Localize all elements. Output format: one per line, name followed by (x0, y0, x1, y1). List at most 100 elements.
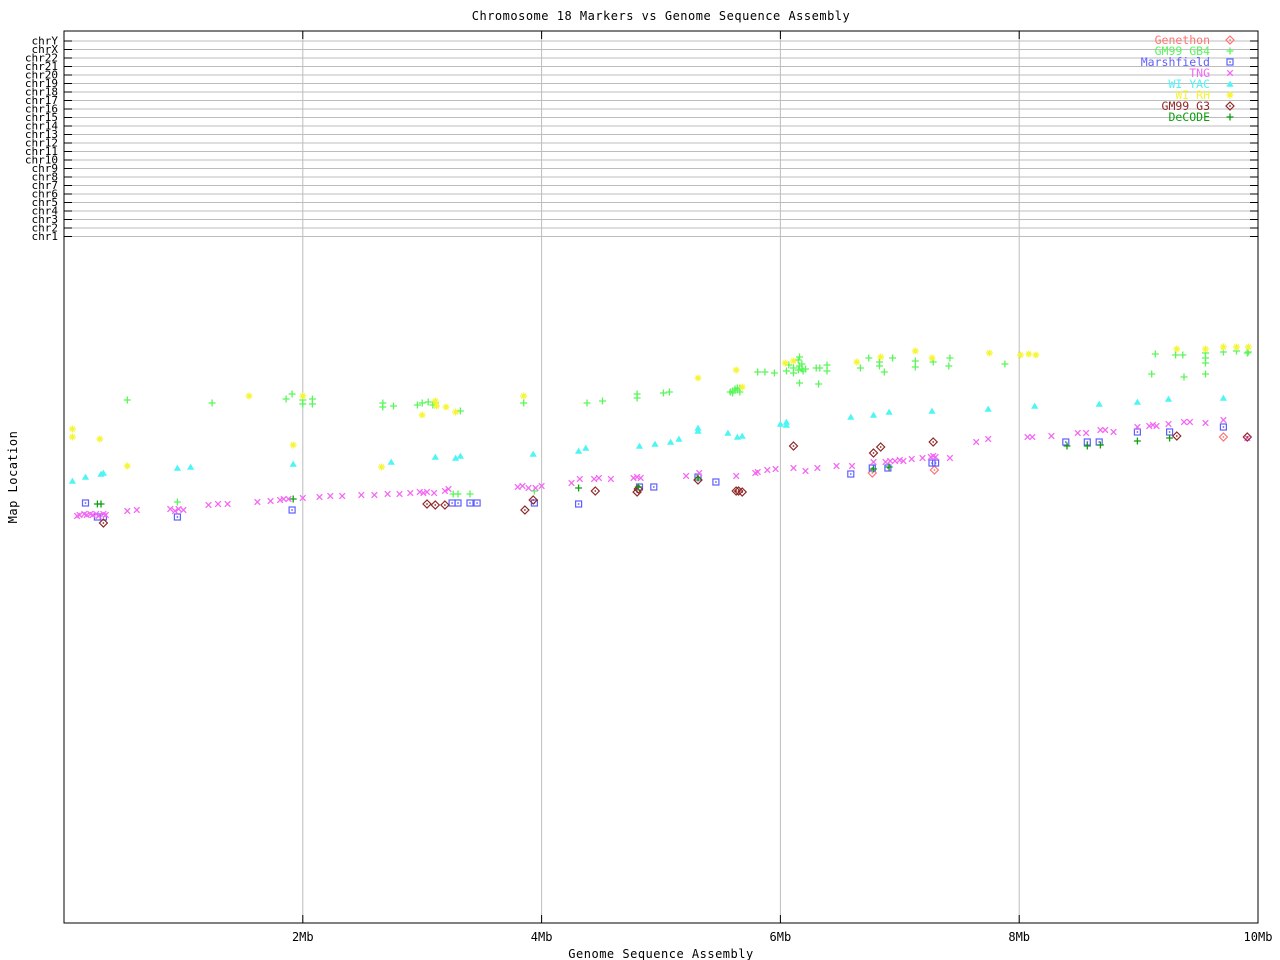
data-point (869, 411, 878, 418)
data-point (1172, 351, 1180, 359)
data-point (599, 397, 606, 405)
data-point (816, 364, 824, 372)
data-point (1164, 395, 1173, 402)
data-point (1219, 423, 1228, 431)
data-point (876, 362, 883, 370)
data-point (815, 380, 823, 388)
data-point (245, 392, 253, 400)
data-point (288, 506, 296, 514)
data-point (1202, 345, 1209, 353)
data-point (454, 499, 462, 507)
data-point (911, 363, 919, 371)
data-point (358, 491, 365, 499)
data-point (1074, 429, 1081, 437)
legend-label: DeCODE (1168, 110, 1210, 124)
data-point (651, 440, 659, 447)
data-point (870, 458, 877, 466)
series-genethon (867, 432, 1229, 478)
data-point (972, 438, 980, 446)
data-point (308, 400, 316, 408)
data-point (1202, 370, 1209, 378)
data-point (695, 469, 703, 477)
data-point (575, 484, 583, 492)
chromosome-rows: chrYchrXchr22chr21chr20chr19chr18chr17ch… (25, 35, 1258, 243)
data-point (520, 392, 528, 400)
data-point (473, 499, 481, 507)
data-point (761, 368, 769, 376)
data-point (790, 464, 797, 472)
svg-text:4Mb: 4Mb (531, 930, 553, 944)
data-point (911, 357, 919, 365)
data-point (694, 374, 702, 382)
data-point (788, 441, 799, 451)
data-point (675, 435, 683, 442)
data-point (1148, 370, 1156, 378)
data-point (1095, 438, 1103, 446)
data-point (1219, 394, 1227, 401)
data-point (68, 477, 76, 484)
data-point (802, 467, 809, 475)
data-point (96, 435, 104, 443)
data-point (823, 367, 831, 375)
svg-text:10Mb: 10Mb (1244, 930, 1273, 944)
data-point (1031, 402, 1039, 409)
data-point (1016, 351, 1024, 359)
data-point (856, 364, 864, 372)
data-point (782, 367, 790, 375)
data-point (123, 396, 131, 404)
data-point (1219, 343, 1227, 351)
data-point (738, 432, 746, 439)
svg-text:6Mb: 6Mb (770, 930, 792, 944)
data-point (1133, 437, 1141, 445)
data-point (682, 472, 690, 480)
data-point (985, 349, 993, 357)
data-point (796, 379, 803, 387)
plot-border (63, 30, 1259, 924)
data-point (1202, 359, 1209, 367)
data-point (590, 486, 601, 496)
data-point (984, 435, 992, 443)
data-point (946, 354, 954, 362)
data-point (282, 395, 290, 403)
data-point (1243, 349, 1251, 357)
data-point (595, 474, 603, 482)
data-point (650, 483, 658, 491)
data-point (984, 405, 992, 412)
data-point (1095, 400, 1103, 407)
data-point (371, 491, 378, 499)
data-point (1063, 442, 1071, 450)
data-point (911, 347, 919, 355)
data-point (520, 399, 528, 407)
data-point (1186, 418, 1194, 426)
chart-screen: Chromosome 18 Markers vs Genome Sequence… (0, 0, 1280, 960)
data-point (919, 454, 926, 462)
data-point (390, 402, 397, 410)
chromosome-label: chr1 (32, 230, 59, 243)
data-point (396, 490, 403, 498)
svg-text:8Mb: 8Mb (1008, 930, 1030, 944)
series-gm99-g3 (98, 431, 1253, 528)
data-point (732, 472, 740, 480)
data-point (1096, 441, 1104, 449)
data-point (770, 369, 778, 377)
data-point (1171, 431, 1182, 441)
series-gm99-gb4 (123, 347, 1252, 506)
data-point (1233, 343, 1240, 351)
data-point (514, 483, 521, 491)
data-point (1101, 426, 1109, 434)
data-point (1202, 419, 1209, 427)
data-point (928, 437, 939, 447)
data-point (378, 463, 386, 471)
data-point (299, 392, 307, 400)
data-point (575, 447, 583, 454)
series-tng (73, 416, 1251, 520)
data-point (889, 354, 897, 362)
data-point (776, 420, 784, 427)
data-point (882, 458, 889, 466)
data-point (288, 390, 296, 398)
data-point (868, 448, 879, 458)
data-point (880, 368, 888, 376)
series-decode (93, 434, 1174, 508)
data-point (732, 366, 740, 374)
data-point (633, 394, 641, 402)
